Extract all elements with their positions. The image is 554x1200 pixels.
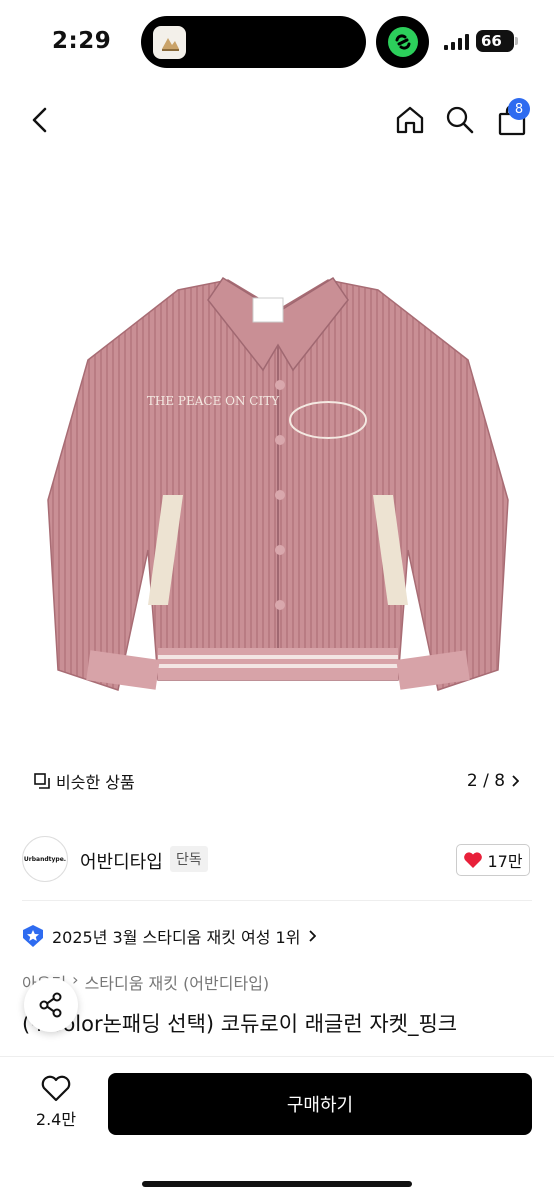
copy-icon xyxy=(34,773,50,789)
cart-count-badge: 8 xyxy=(508,98,530,120)
buy-button[interactable]: 구매하기 xyxy=(108,1073,532,1135)
home-indicator[interactable] xyxy=(142,1181,412,1187)
ranking-link[interactable]: 2025년 3월 스타디움 재킷 여성 1위 xyxy=(22,924,317,948)
product-title: (+Color논패딩 선택) 코듀로이 래글런 자켓_핑크 xyxy=(22,1012,458,1036)
cart-button[interactable]: 8 xyxy=(494,98,530,138)
brand-logo[interactable]: Urbandtype. xyxy=(22,836,68,882)
chevron-left-icon xyxy=(32,107,47,133)
jacket-image[interactable]: THE PEACE ON CITY xyxy=(28,250,528,720)
battery-level: 66 xyxy=(481,32,502,50)
image-page-indicator[interactable]: 2 / 8 xyxy=(456,764,530,798)
ranking-text: 2025년 3월 스타디움 재킷 여성 1위 xyxy=(52,928,301,947)
brand-row: Urbandtype. 어반디타입 단독 17만 xyxy=(0,836,554,884)
brand-like-count: 17만 xyxy=(487,852,523,871)
divider xyxy=(22,900,532,901)
similar-products-label: 비슷한 상품 xyxy=(56,773,135,792)
exclusive-badge: 단독 xyxy=(170,846,208,872)
signal-icon xyxy=(444,34,469,50)
heart-outline-icon xyxy=(41,1075,71,1102)
page-indicator-text: 2 / 8 xyxy=(466,771,506,791)
status-bar: 2:29 66 xyxy=(0,0,554,84)
jacket-print-text: THE PEACE ON CITY xyxy=(147,394,280,408)
chevron-right-icon xyxy=(512,775,520,787)
brand-name[interactable]: 어반디타입 xyxy=(80,848,163,874)
share-button[interactable] xyxy=(24,978,78,1032)
wishlist-button[interactable]: 2.4만 xyxy=(28,1075,84,1130)
search-button[interactable] xyxy=(442,102,478,138)
share-icon xyxy=(39,992,62,1018)
status-time: 2:29 xyxy=(52,28,112,54)
back-button[interactable] xyxy=(22,102,58,138)
battery-icon: 66 xyxy=(476,30,518,52)
breadcrumb-item[interactable]: 스타디움 재킷 (어반디타입) xyxy=(85,970,270,994)
home-icon xyxy=(396,106,424,134)
brand-like-button[interactable]: 17만 xyxy=(456,844,530,876)
similar-products-button[interactable]: 비슷한 상품 xyxy=(22,764,147,798)
app-thumbnail-icon xyxy=(153,26,186,59)
bottom-action-bar: 2.4만 구매하기 xyxy=(0,1056,554,1200)
search-icon xyxy=(446,106,474,134)
home-button[interactable] xyxy=(392,102,428,138)
ranking-badge-icon xyxy=(23,925,43,947)
chevron-right-icon xyxy=(309,930,317,942)
heart-filled-icon xyxy=(464,852,483,868)
wishlist-count: 2.4만 xyxy=(35,1110,77,1129)
brand-logo-text: Urbandtype. xyxy=(23,855,67,863)
dynamic-island xyxy=(141,16,366,68)
link-activity-icon xyxy=(376,16,429,68)
top-nav: 8 xyxy=(0,94,554,146)
